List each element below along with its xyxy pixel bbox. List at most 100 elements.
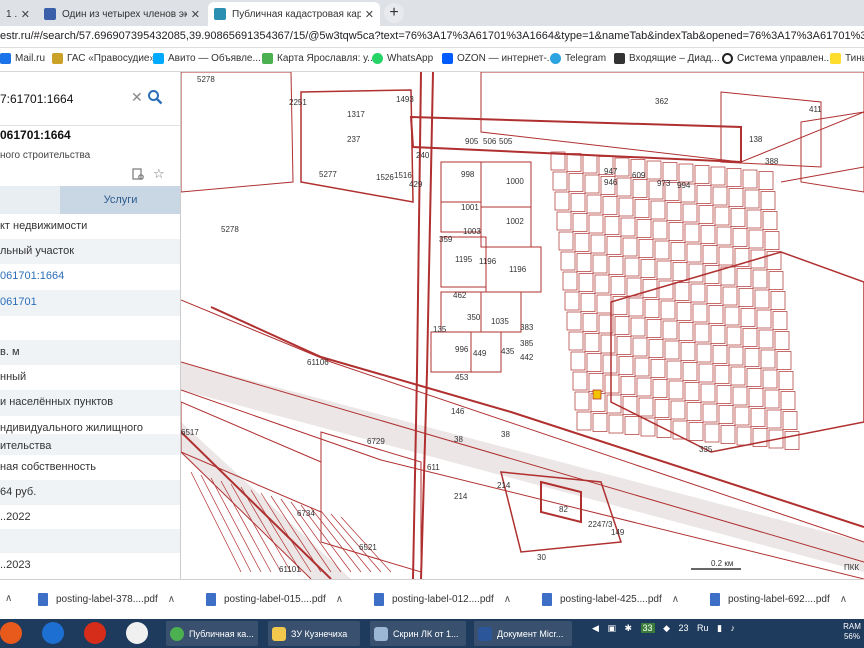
small-parcel: [734, 406, 750, 426]
attribute-row[interactable]: 061701:1664: [0, 264, 180, 290]
small-parcel: [632, 179, 648, 198]
taskbar-window-title: ЗУ Кузнечиха: [291, 628, 348, 639]
attribute-row: льный участок: [0, 239, 180, 264]
bookmark-gas[interactable]: ГАС «Правосудие»: [52, 53, 155, 64]
attribute-link[interactable]: 061701: [0, 296, 37, 308]
chevron-up-icon[interactable]: ∧: [672, 594, 679, 605]
whatsapp-icon: [372, 53, 383, 64]
parcel-label: 388: [765, 157, 779, 166]
mail-icon: [0, 53, 11, 64]
attribute-link[interactable]: 061701:1664: [0, 270, 64, 282]
browser-tab-3[interactable]: Публичная кадастровая карта ✕: [208, 2, 380, 26]
bluetooth-icon[interactable]: ✱: [624, 623, 632, 633]
ie-icon[interactable]: [42, 622, 64, 644]
small-parcel: [640, 259, 656, 278]
bookmark-tinkoff[interactable]: Тинь: [830, 53, 864, 64]
tray-counter[interactable]: 33: [640, 623, 655, 633]
bookmark-whatsapp[interactable]: WhatsApp: [372, 53, 433, 64]
parcel-label: 38: [501, 430, 510, 439]
tab-title: Публичная кадастровая карта: [232, 8, 361, 20]
small-parcel: [702, 403, 718, 423]
new-tab-button[interactable]: +: [384, 3, 404, 23]
parcel-label: 435: [501, 347, 515, 356]
small-parcel: [772, 311, 788, 330]
cadastral-map[interactable]: 5278 2251 1317 237 240 1526 1516 429 5277 1493 905…: [181, 72, 864, 579]
small-parcel: [714, 206, 730, 226]
chevron-up-icon[interactable]: ∧: [336, 594, 343, 605]
small-parcel: [742, 328, 758, 347]
small-parcel: [778, 371, 794, 390]
download-item[interactable]: posting-label-425....pdf ∧: [542, 593, 679, 606]
small-parcel: [762, 369, 778, 389]
browser-tab-2[interactable]: Один из четырех членов экипа ✕: [38, 2, 206, 26]
taskbar-window-paint[interactable]: Скрин ЛК от 1...: [370, 621, 466, 646]
bookmark-mailru[interactable]: Mail.ru: [0, 53, 45, 64]
language-indicator[interactable]: Ru: [697, 623, 709, 633]
search-icon[interactable]: [147, 89, 163, 105]
small-parcel: [616, 336, 632, 355]
volume-icon[interactable]: ♪: [731, 623, 736, 633]
bookmark-telegram[interactable]: Telegram: [550, 53, 606, 64]
small-parcel: [578, 273, 594, 292]
tab-services[interactable]: Услуги: [60, 186, 180, 214]
attribute-value: в. м: [0, 346, 20, 358]
small-parcel: [636, 219, 652, 238]
chevron-up-icon[interactable]: ∧: [504, 594, 511, 605]
download-item[interactable]: posting-label-378....pdf ∧: [38, 593, 175, 606]
downloads-bar: ∧ posting-label-378....pdf ∧ posting-labe…: [0, 579, 864, 619]
attribute-value: и населённых пунктов: [0, 396, 114, 408]
small-parcel: [722, 286, 738, 306]
taskbar-window-chrome[interactable]: Публичная ка...: [166, 621, 258, 646]
close-icon[interactable]: ✕: [191, 8, 200, 21]
chevron-up-icon[interactable]: ∧: [168, 594, 175, 605]
download-chevron-icon[interactable]: ∧: [5, 593, 12, 604]
tab-title: Один из четырех членов экипа: [62, 8, 187, 20]
tray-app-icon[interactable]: ▣: [607, 623, 616, 633]
bookmark-diadoc[interactable]: Входящие – Диад...: [614, 53, 720, 64]
attribute-row[interactable]: 061701: [0, 290, 180, 316]
small-parcel: [652, 220, 668, 240]
small-parcel: [736, 268, 752, 287]
clear-icon[interactable]: ✕: [131, 89, 143, 106]
browser-tab-1[interactable]: 1 . ✕: [0, 2, 36, 26]
tray-number[interactable]: 23: [679, 623, 689, 633]
chevron-up-icon[interactable]: ∧: [840, 594, 847, 605]
network-icon[interactable]: ▮: [717, 623, 722, 633]
ram-indicator: RAM 56%: [840, 622, 864, 642]
parcel-label: 5278: [221, 225, 239, 234]
small-parcel: [664, 340, 680, 360]
attribute-row: нный: [0, 365, 180, 390]
download-item[interactable]: posting-label-012....pdf ∧: [374, 593, 511, 606]
bookmark-map[interactable]: Карта Ярославля: у...: [262, 53, 376, 64]
parcel-label: 1000: [506, 177, 524, 186]
taskbar-window-word[interactable]: Документ Micr...: [474, 621, 572, 646]
map-canvas[interactable]: 5278 2251 1317 237 240 1526 1516429 5277 1493 905…: [181, 72, 864, 579]
search-input[interactable]: [0, 88, 130, 110]
parcel-label: 6729: [367, 437, 385, 446]
bookmark-system[interactable]: Система управлен...: [722, 53, 832, 64]
firefox-icon[interactable]: [0, 622, 22, 644]
parcel-label: 611: [427, 463, 440, 472]
star-icon[interactable]: ☆: [153, 166, 165, 182]
parcel-label: 138: [749, 135, 763, 144]
bookmark-ozon[interactable]: OZON — интернет-...: [442, 53, 555, 64]
yandex-icon[interactable]: [84, 622, 106, 644]
parcel-label: 973: [657, 179, 671, 188]
yandex-browser-icon[interactable]: [126, 622, 148, 644]
small-parcel: [604, 216, 620, 235]
small-parcel: [744, 189, 760, 209]
taskbar-window-folder[interactable]: ЗУ Кузнечиха: [268, 621, 360, 646]
document-icon[interactable]: [132, 168, 144, 180]
address-bar[interactable]: estr.ru/#/search/57.696907395432085,39.9…: [0, 26, 864, 48]
download-item[interactable]: posting-label-015....pdf ∧: [206, 593, 343, 606]
close-icon[interactable]: ✕: [365, 8, 374, 21]
tray-shield-icon[interactable]: ◆: [663, 623, 670, 633]
small-parcel: [662, 162, 678, 181]
tray-arrow-icon[interactable]: ◀: [592, 623, 599, 633]
url-text[interactable]: estr.ru/#/search/57.696907395432085,39.9…: [0, 30, 864, 42]
close-icon[interactable]: ✕: [21, 8, 30, 21]
small-parcel: [618, 356, 634, 375]
bookmark-avito[interactable]: Авито — Объявле...: [153, 53, 261, 64]
parcel-label: 30: [537, 553, 546, 562]
download-item[interactable]: posting-label-692....pdf ∧: [710, 593, 847, 606]
